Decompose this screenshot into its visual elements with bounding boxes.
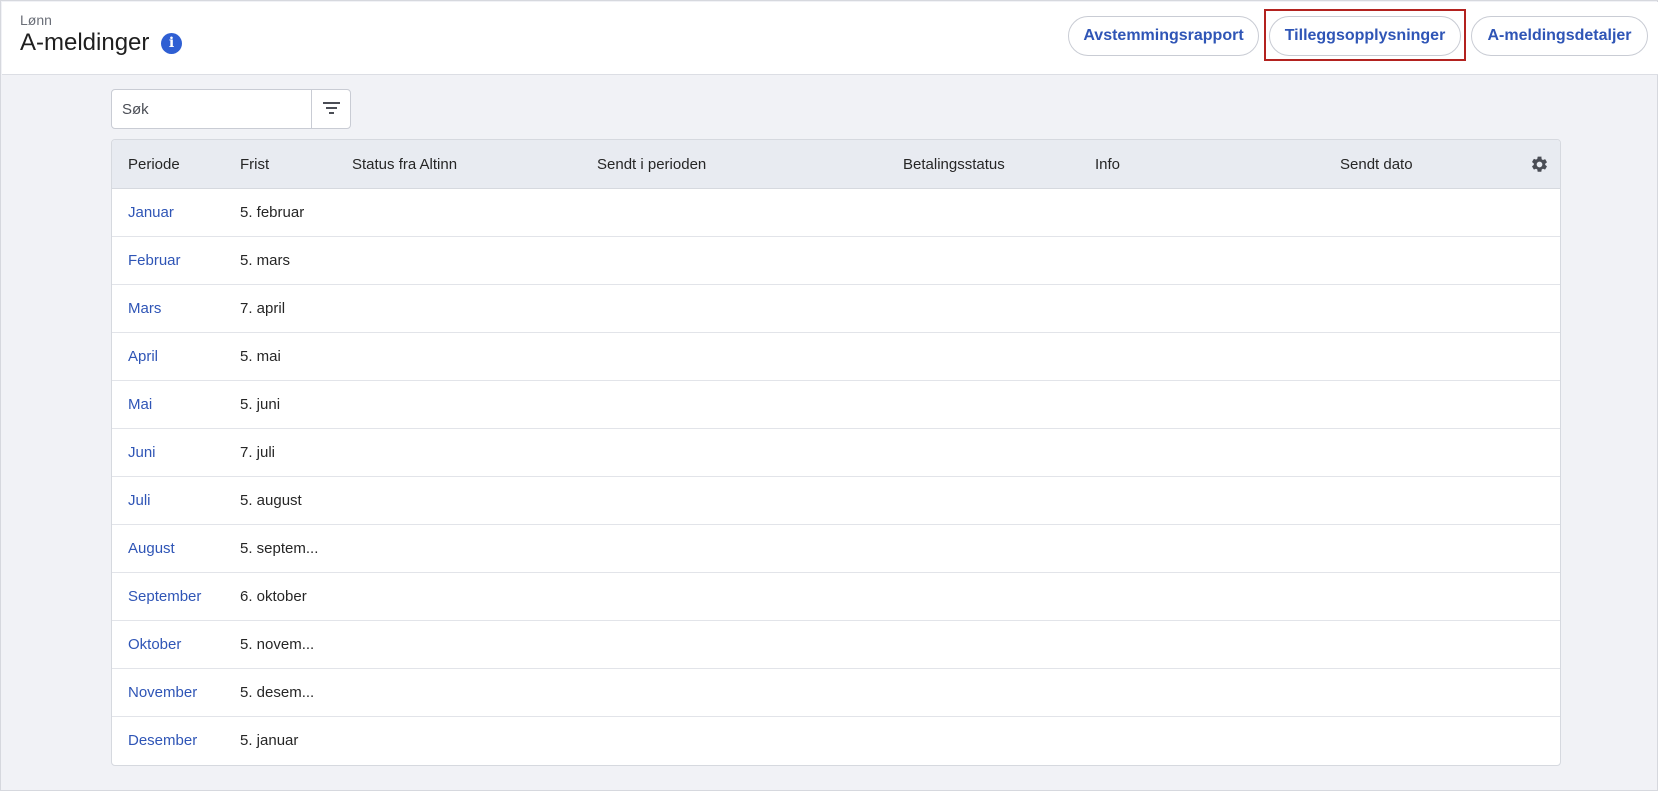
deadline-cell: 5. desem... (240, 684, 315, 701)
deadline-cell: 5. mai (240, 348, 281, 365)
deadline-cell: 6. oktober (240, 588, 307, 605)
deadline-cell: 5. novem... (240, 636, 315, 653)
a-meldingsdetaljer-button[interactable]: A-meldingsdetaljer (1471, 16, 1648, 56)
deadline-cell: 5. mars (240, 252, 291, 269)
table-row[interactable]: Desember 5. januar (112, 717, 1560, 765)
search-box (111, 89, 351, 129)
deadline-cell: 7. april (240, 300, 286, 317)
page-title: A-meldinger (20, 29, 150, 56)
period-link[interactable]: Mars (128, 285, 161, 333)
filter-button[interactable] (311, 90, 350, 128)
column-header-info[interactable]: Info (1095, 140, 1120, 189)
deadline-cell: 5. januar (240, 732, 299, 749)
highlight-box (1264, 9, 1466, 61)
table-row[interactable]: Juni 7. juli (112, 429, 1560, 477)
column-header-sendt-i-perioden[interactable]: Sendt i perioden (597, 140, 706, 189)
column-header-betalingsstatus[interactable]: Betalingsstatus (903, 140, 1005, 189)
table-row[interactable]: Oktober 5. novem... (112, 621, 1560, 669)
period-link[interactable]: Februar (128, 237, 181, 285)
column-header-frist[interactable]: Frist (240, 140, 269, 189)
table-row[interactable]: Mai 5. juni (112, 381, 1560, 429)
a-meldinger-table: Periode Frist Status fra Altinn Sendt i … (111, 139, 1561, 766)
table-header: Periode Frist Status fra Altinn Sendt i … (112, 140, 1560, 189)
search-input[interactable] (112, 90, 310, 128)
period-link[interactable]: Mai (128, 381, 152, 429)
deadline-cell: 5. septem... (240, 540, 319, 557)
table-row[interactable]: November 5. desem... (112, 669, 1560, 717)
table-row[interactable]: Februar 5. mars (112, 237, 1560, 285)
info-icon[interactable]: i (161, 33, 182, 54)
period-link[interactable]: April (128, 333, 158, 381)
column-header-periode[interactable]: Periode (128, 140, 180, 189)
app-frame: Lønn A-meldinger i Avstemmingsrapport Ti… (0, 0, 1658, 791)
gear-icon[interactable] (1530, 155, 1549, 174)
period-link[interactable]: Desember (128, 717, 197, 765)
table-row[interactable]: Mars 7. april (112, 285, 1560, 333)
page-header: Lønn A-meldinger i Avstemmingsrapport Ti… (2, 2, 1658, 75)
deadline-cell: 5. februar (240, 204, 305, 221)
period-link[interactable]: Januar (128, 189, 174, 237)
deadline-cell: 7. juli (240, 444, 276, 461)
deadline-cell: 5. august (240, 492, 302, 509)
deadline-cell: 5. juni (240, 396, 281, 413)
filter-icon (323, 102, 340, 114)
period-link[interactable]: August (128, 525, 175, 573)
table-row[interactable]: Januar 5. februar (112, 189, 1560, 237)
period-link[interactable]: September (128, 573, 201, 621)
table-row[interactable]: August 5. septem... (112, 525, 1560, 573)
column-header-sendt-dato[interactable]: Sendt dato (1340, 140, 1413, 189)
period-link[interactable]: Juli (128, 477, 151, 525)
column-header-status-fra-altinn[interactable]: Status fra Altinn (352, 140, 457, 189)
avstemmingsrapport-button[interactable]: Avstemmingsrapport (1068, 16, 1259, 56)
table-row[interactable]: April 5. mai (112, 333, 1560, 381)
table-row[interactable]: September 6. oktober (112, 573, 1560, 621)
period-link[interactable]: Oktober (128, 621, 181, 669)
table-row[interactable]: Juli 5. august (112, 477, 1560, 525)
breadcrumb[interactable]: Lønn (20, 12, 52, 28)
period-link[interactable]: November (128, 669, 197, 717)
period-link[interactable]: Juni (128, 429, 156, 477)
